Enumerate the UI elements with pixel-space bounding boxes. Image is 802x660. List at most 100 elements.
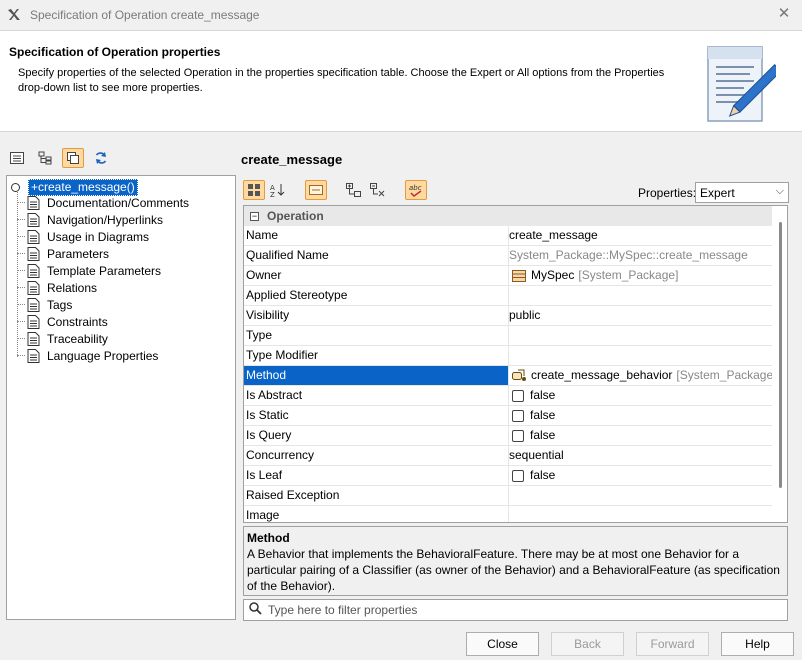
collapse-toggle-icon[interactable]: − bbox=[250, 211, 259, 221]
table-row[interactable]: Owner MySpec [System_Package] bbox=[244, 266, 772, 286]
description-text: A Behavior that implements the Behaviora… bbox=[247, 547, 780, 593]
forward-button[interactable]: Forward bbox=[636, 632, 709, 656]
tree-item[interactable]: Template Parameters bbox=[17, 262, 161, 279]
property-name: Is Static bbox=[244, 406, 509, 425]
property-value-cell[interactable]: create_message bbox=[509, 226, 772, 245]
document-icon bbox=[27, 297, 41, 312]
property-name: Type Modifier bbox=[244, 346, 509, 365]
property-value-cell[interactable]: false bbox=[509, 386, 772, 405]
svg-text:Z: Z bbox=[270, 191, 275, 197]
filter-input[interactable] bbox=[268, 603, 768, 617]
table-row[interactable]: Visibility public bbox=[244, 306, 772, 326]
property-value-cell[interactable]: false bbox=[509, 426, 772, 445]
table-row[interactable]: Image bbox=[244, 506, 772, 522]
property-value-cell[interactable]: false bbox=[509, 406, 772, 425]
tree-item-label: Relations bbox=[47, 280, 98, 295]
close-button[interactable]: Close bbox=[466, 632, 539, 656]
property-name: Type bbox=[244, 326, 509, 345]
table-row[interactable]: Is Query false bbox=[244, 426, 772, 446]
tree-connector bbox=[17, 321, 25, 322]
tree-root-text: create_message() bbox=[38, 180, 135, 194]
table-row[interactable]: Name create_message bbox=[244, 226, 772, 246]
title-bar: Specification of Operation create_messag… bbox=[0, 0, 802, 30]
tree-view-button[interactable] bbox=[34, 148, 56, 168]
property-value-cell[interactable]: sequential bbox=[509, 446, 772, 465]
tree-item[interactable]: Navigation/Hyperlinks bbox=[17, 211, 163, 228]
property-value-cell[interactable]: false bbox=[509, 466, 772, 485]
sort-alphabetical-icon[interactable]: AZ bbox=[267, 180, 289, 200]
back-button[interactable]: Back bbox=[551, 632, 624, 656]
tree-item[interactable]: Traceability bbox=[17, 330, 108, 347]
property-value: MySpec bbox=[531, 268, 575, 282]
property-value-owner: [System_Package::M bbox=[676, 368, 772, 382]
property-value-cell[interactable]: System_Package::MySpec::create_message bbox=[509, 246, 772, 265]
spellcheck-icon[interactable]: abc bbox=[405, 180, 427, 200]
tree-item[interactable]: Constraints bbox=[17, 313, 108, 330]
tree-item[interactable]: Language Properties bbox=[17, 347, 158, 364]
tree-item[interactable]: Documentation/Comments bbox=[17, 194, 189, 211]
class-icon bbox=[512, 269, 526, 282]
table-row[interactable]: Qualified Name System_Package::MySpec::cr… bbox=[244, 246, 772, 266]
table-row[interactable]: Is Abstract false bbox=[244, 386, 772, 406]
property-value-cell[interactable] bbox=[509, 486, 772, 505]
refresh-icon[interactable] bbox=[90, 148, 112, 168]
property-value: false bbox=[530, 408, 556, 422]
property-value: create_message bbox=[509, 228, 598, 242]
property-value-cell[interactable] bbox=[509, 506, 772, 522]
tree-item-label: Template Parameters bbox=[47, 263, 162, 278]
specification-tree: +create_message() Documentation/Comments… bbox=[6, 175, 236, 620]
tree-connector bbox=[17, 202, 25, 203]
close-icon[interactable]: ✕ bbox=[776, 6, 792, 22]
table-row[interactable]: Concurrency sequential bbox=[244, 446, 772, 466]
tree-item-label: Constraints bbox=[47, 314, 108, 329]
property-value: false bbox=[530, 388, 556, 402]
vertical-scrollbar[interactable] bbox=[773, 206, 787, 522]
table-row[interactable]: Raised Exception bbox=[244, 486, 772, 506]
properties-label: Properties: bbox=[638, 186, 697, 200]
property-value-cell[interactable] bbox=[509, 286, 772, 305]
panel-splitter[interactable] bbox=[238, 145, 241, 625]
list-view-button[interactable] bbox=[6, 148, 28, 168]
table-row[interactable]: Applied Stereotype bbox=[244, 286, 772, 306]
property-value-cell[interactable] bbox=[509, 346, 772, 365]
checkbox[interactable] bbox=[512, 429, 524, 442]
property-value: System_Package::MySpec::create_message bbox=[509, 248, 748, 262]
property-name: Raised Exception bbox=[244, 486, 509, 505]
tree-item[interactable]: Parameters bbox=[17, 245, 109, 262]
behavior-icon bbox=[512, 369, 526, 382]
table-row[interactable]: Type bbox=[244, 326, 772, 346]
help-button[interactable]: Help bbox=[721, 632, 794, 656]
categorized-view-button[interactable] bbox=[243, 180, 265, 200]
checkbox[interactable] bbox=[512, 389, 524, 402]
properties-dropdown[interactable]: Expert ⌵ bbox=[695, 182, 789, 203]
scrollbar-thumb[interactable] bbox=[779, 222, 782, 488]
collapse-all-icon[interactable] bbox=[367, 180, 389, 200]
properties-table: − Operation Name create_message Qualified … bbox=[243, 205, 788, 523]
checkbox[interactable] bbox=[512, 469, 524, 482]
group-header[interactable]: − Operation bbox=[244, 206, 772, 226]
document-icon bbox=[27, 314, 41, 329]
table-row[interactable]: Is Leaf false bbox=[244, 466, 772, 486]
expand-all-icon[interactable] bbox=[343, 180, 365, 200]
table-row[interactable]: Is Static false bbox=[244, 406, 772, 426]
property-value-cell[interactable]: public bbox=[509, 306, 772, 325]
tree-item[interactable]: Relations bbox=[17, 279, 97, 296]
tree-item[interactable]: Usage in Diagrams bbox=[17, 228, 149, 245]
filter-box[interactable] bbox=[243, 599, 788, 621]
collapse-box-button[interactable] bbox=[305, 180, 327, 200]
property-value-cell[interactable]: MySpec [System_Package] bbox=[509, 266, 772, 285]
header-title: Specification of Operation properties bbox=[9, 45, 221, 59]
tree-toolbar bbox=[6, 148, 112, 168]
copy-view-button[interactable] bbox=[62, 148, 84, 168]
table-row[interactable]: Type Modifier bbox=[244, 346, 772, 366]
element-title: create_message bbox=[241, 152, 343, 167]
table-row[interactable]: Method create_message_behavior [System_Pac… bbox=[244, 366, 772, 386]
tree-item[interactable]: Tags bbox=[17, 296, 72, 313]
document-icon bbox=[27, 348, 41, 363]
property-name: Visibility bbox=[244, 306, 509, 325]
checkbox[interactable] bbox=[512, 409, 524, 422]
property-value-cell[interactable]: create_message_behavior[System_Package::… bbox=[509, 366, 772, 385]
tree-connector bbox=[17, 338, 25, 339]
property-value-cell[interactable] bbox=[509, 326, 772, 345]
tree-item-label: Tags bbox=[47, 297, 73, 312]
